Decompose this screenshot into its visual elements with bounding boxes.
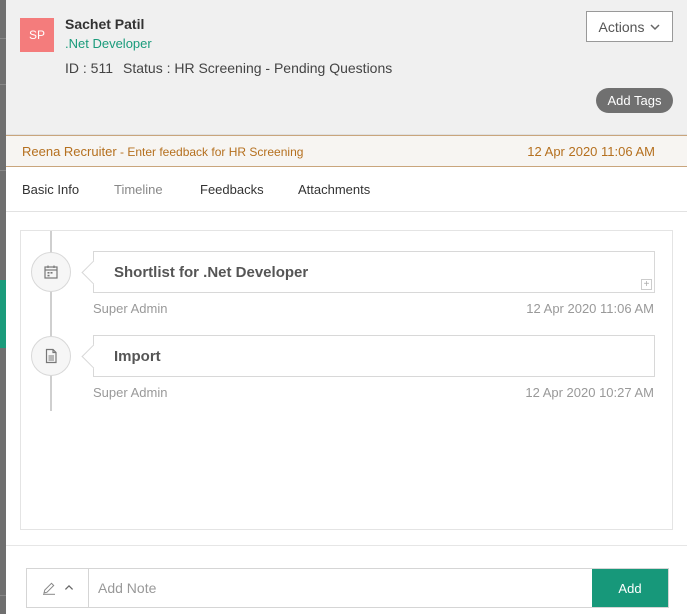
candidate-id: ID : 511 [65, 60, 113, 76]
tab-timeline[interactable]: Timeline [114, 182, 163, 197]
avatar: SP [20, 18, 54, 52]
note-composer: Add [6, 545, 687, 614]
note-bar: Add [26, 568, 669, 608]
timeline-container: Shortlist for .Net Developer + Super Adm… [20, 230, 673, 530]
timeline-item-card: Import [93, 335, 655, 377]
candidate-header: SP Sachet Patil .Net Developer ID : 511 S… [6, 0, 687, 135]
timeline-item-title: Import [114, 348, 161, 365]
chevron-up-icon [64, 584, 73, 590]
timeline-item-datetime: 12 Apr 2020 11:06 AM [526, 301, 654, 316]
timeline-item-author: Super Admin [93, 385, 168, 400]
actions-button[interactable]: Actions [586, 11, 673, 42]
pencil-icon [42, 582, 55, 595]
note-input[interactable] [89, 569, 592, 607]
timeline-item-title: Shortlist for .Net Developer [114, 264, 309, 281]
tab-attachments[interactable]: Attachments [298, 182, 370, 197]
tab-feedbacks[interactable]: Feedbacks [200, 182, 264, 197]
document-icon [45, 348, 57, 364]
timeline-item-card: Shortlist for .Net Developer + [93, 251, 655, 293]
feedback-prompt: - Enter feedback for HR Screening [116, 145, 304, 159]
feedback-recruiter: Reena Recruiter [22, 144, 117, 159]
feedback-bar[interactable]: Reena Recruiter - Enter feedback for HR … [6, 135, 687, 167]
timeline-item-icon [31, 336, 71, 376]
candidate-panel: SP Sachet Patil .Net Developer ID : 511 S… [6, 0, 687, 614]
tab-basic-info[interactable]: Basic Info [22, 182, 79, 197]
candidate-name: Sachet Patil [65, 16, 145, 32]
tab-bar: Basic Info Timeline Feedbacks Attachment… [6, 167, 687, 212]
candidate-status: Status : HR Screening - Pending Question… [123, 60, 393, 76]
candidate-meta: ID : 511 Status : HR Screening - Pending … [65, 60, 392, 76]
chevron-down-icon [650, 23, 660, 30]
timeline-item-datetime: 12 Apr 2020 10:27 AM [525, 385, 654, 400]
add-tags-button[interactable]: Add Tags [596, 88, 673, 113]
actions-label: Actions [598, 18, 645, 35]
timeline-item-icon [31, 252, 71, 292]
feedback-datetime: 12 Apr 2020 11:06 AM [527, 144, 655, 159]
timeline-item-author: Super Admin [93, 301, 168, 316]
feedback-text: Reena Recruiter - Enter feedback for HR … [22, 144, 303, 159]
calendar-icon [44, 265, 58, 279]
note-type-selector[interactable] [27, 569, 89, 607]
expand-icon[interactable]: + [641, 279, 652, 290]
add-note-button[interactable]: Add [592, 569, 668, 607]
candidate-role: .Net Developer [65, 36, 152, 51]
